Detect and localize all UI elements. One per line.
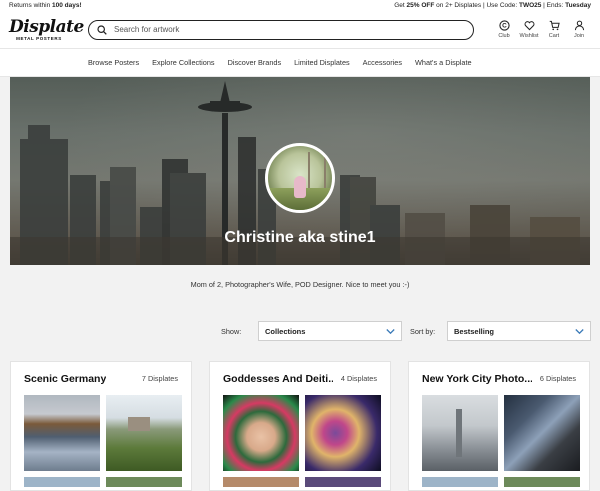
artwork-thumbnail[interactable] <box>106 395 182 471</box>
artwork-thumbnail[interactable] <box>422 395 498 471</box>
nav-discover-brands[interactable]: Discover Brands <box>228 58 282 67</box>
club-link[interactable]: C Club <box>496 20 512 39</box>
cart-link[interactable]: Cart <box>546 20 562 39</box>
promo-topbar: Returns within 100 days! Get 25% OFF on … <box>0 0 600 11</box>
collection-title: New York City Photo... <box>422 372 532 385</box>
header-actions: C Club Wishlist Cart Join <box>496 20 587 39</box>
artwork-thumbnail[interactable] <box>504 395 580 471</box>
promo-notice: Get 25% OFF on 2+ Displates | Use Code: … <box>394 2 591 9</box>
show-select[interactable]: Collections <box>258 321 402 341</box>
nav-limited-displates[interactable]: Limited Displates <box>294 58 350 67</box>
nav-accessories[interactable]: Accessories <box>363 58 402 67</box>
show-label: Show: <box>221 327 242 336</box>
profile-hero-banner: Christine aka stine1 <box>10 77 590 265</box>
site-header: Displate METAL POSTERS C Club Wishlist C… <box>0 11 600 49</box>
profile-avatar[interactable] <box>265 143 335 213</box>
filter-bar: Show: Collections Sort by: Bestselling <box>0 321 600 341</box>
collection-card[interactable]: Scenic Germany 7 Displates <box>10 361 192 491</box>
returns-notice: Returns within 100 days! <box>9 2 82 9</box>
wishlist-link[interactable]: Wishlist <box>520 20 538 39</box>
search-input[interactable] <box>114 25 454 34</box>
collection-count: 7 Displates <box>141 374 178 383</box>
artwork-thumbnail[interactable] <box>305 477 381 487</box>
club-icon: C <box>498 20 510 31</box>
search-bar[interactable] <box>88 19 474 40</box>
sort-label: Sort by: <box>410 327 436 336</box>
main-nav: Browse Posters Explore Collections Disco… <box>0 49 600 77</box>
user-icon <box>574 20 584 31</box>
nav-whats-a-displate[interactable]: What's a Displate <box>415 58 472 67</box>
profile-name: Christine aka stine1 <box>224 229 376 246</box>
collection-card[interactable]: New York City Photo... 6 Displates <box>408 361 590 491</box>
search-icon <box>97 24 107 35</box>
artwork-thumbnail[interactable] <box>223 395 299 471</box>
profile-bio: Mom of 2, Photographer's Wife, POD Desig… <box>190 280 410 289</box>
collection-count: 6 Displates <box>539 374 576 383</box>
collections-grid: Scenic Germany 7 Displates Goddesses And… <box>10 361 590 491</box>
join-link[interactable]: Join <box>571 20 587 39</box>
collection-title: Scenic Germany <box>24 372 107 385</box>
chevron-down-icon <box>386 329 395 335</box>
artwork-thumbnail[interactable] <box>223 477 299 487</box>
cart-icon <box>549 20 560 31</box>
artwork-thumbnail[interactable] <box>24 395 100 471</box>
artwork-thumbnail[interactable] <box>106 477 182 487</box>
collection-card[interactable]: Goddesses And Deiti... 4 Displates <box>209 361 391 491</box>
artwork-thumbnail[interactable] <box>504 477 580 487</box>
artwork-thumbnail[interactable] <box>305 395 381 471</box>
displate-logo[interactable]: Displate METAL POSTERS <box>9 15 84 45</box>
collection-count: 4 Displates <box>340 374 377 383</box>
nav-explore-collections[interactable]: Explore Collections <box>152 58 214 67</box>
collection-title: Goddesses And Deiti... <box>223 372 333 385</box>
sort-select[interactable]: Bestselling <box>447 321 591 341</box>
chevron-down-icon <box>575 329 584 335</box>
heart-icon <box>524 21 534 31</box>
nav-browse-posters[interactable]: Browse Posters <box>88 58 139 67</box>
svg-text:C: C <box>502 23 507 30</box>
artwork-thumbnail[interactable] <box>24 477 100 487</box>
artwork-thumbnail[interactable] <box>422 477 498 487</box>
